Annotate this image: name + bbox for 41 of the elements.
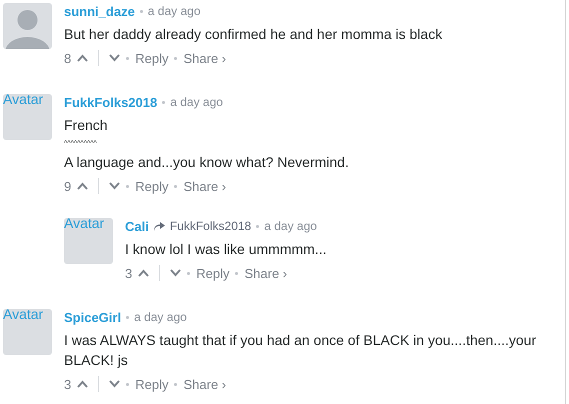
reply-to-name[interactable]: FukkFolks2018 bbox=[170, 219, 252, 233]
comment-text: French bbox=[64, 116, 109, 135]
share-link[interactable]: Share › bbox=[183, 376, 226, 392]
comment-text: A language and...you know what? Nevermind. bbox=[64, 153, 350, 172]
comment-text: I know lol I was like ummmmm... bbox=[125, 240, 328, 259]
vote-count: 3 bbox=[125, 266, 132, 280]
avatar-placeholder[interactable]: Avatar bbox=[3, 309, 52, 355]
author-name[interactable]: sunni_daze bbox=[64, 4, 135, 18]
upvote-icon[interactable] bbox=[77, 380, 88, 388]
downvote-icon[interactable] bbox=[109, 54, 120, 62]
timestamp[interactable]: a day ago bbox=[134, 310, 187, 324]
reply-arrow-icon bbox=[154, 222, 165, 230]
timestamp[interactable]: a day ago bbox=[148, 4, 201, 18]
upvote-icon[interactable] bbox=[77, 54, 88, 62]
share-link[interactable]: Share › bbox=[183, 50, 226, 66]
upvote-icon[interactable] bbox=[77, 182, 88, 190]
comment-text: I was ALWAYS taught that if you had an once of BLACK in you....then....your BLACK! js bbox=[64, 331, 538, 370]
avatar-alt-text: Avatar bbox=[64, 218, 104, 231]
timestamp[interactable]: a day ago bbox=[170, 95, 223, 109]
reply-link[interactable]: Reply bbox=[135, 376, 168, 392]
author-name[interactable]: SpiceGirl bbox=[64, 310, 122, 324]
downvote-icon[interactable] bbox=[109, 182, 120, 190]
reply-link[interactable]: Reply bbox=[135, 50, 168, 66]
share-link[interactable]: Share › bbox=[183, 178, 226, 194]
vote-count: 8 bbox=[64, 50, 72, 66]
downvote-icon[interactable] bbox=[170, 269, 182, 277]
share-link[interactable]: Share › bbox=[244, 266, 288, 280]
reply-link[interactable]: Reply bbox=[196, 266, 230, 280]
author-name[interactable]: Cali bbox=[125, 218, 149, 234]
comment-text: But her daddy already confirmed he and her momma is black bbox=[64, 25, 444, 44]
avatar-placeholder[interactable]: Avatar bbox=[64, 218, 113, 264]
avatar-alt-text: Avatar bbox=[3, 309, 44, 322]
avatar-placeholder[interactable]: Avatar bbox=[3, 94, 52, 140]
upvote-icon[interactable] bbox=[138, 269, 150, 277]
reply-link[interactable]: Reply bbox=[135, 178, 168, 194]
avatar-alt-text: Avatar bbox=[3, 94, 44, 107]
vote-count: 3 bbox=[64, 376, 72, 392]
author-name[interactable]: FukkFolks2018 bbox=[64, 94, 158, 110]
timestamp[interactable]: a day ago bbox=[264, 219, 317, 233]
downvote-icon[interactable] bbox=[109, 380, 120, 388]
vote-count: 9 bbox=[64, 178, 72, 194]
